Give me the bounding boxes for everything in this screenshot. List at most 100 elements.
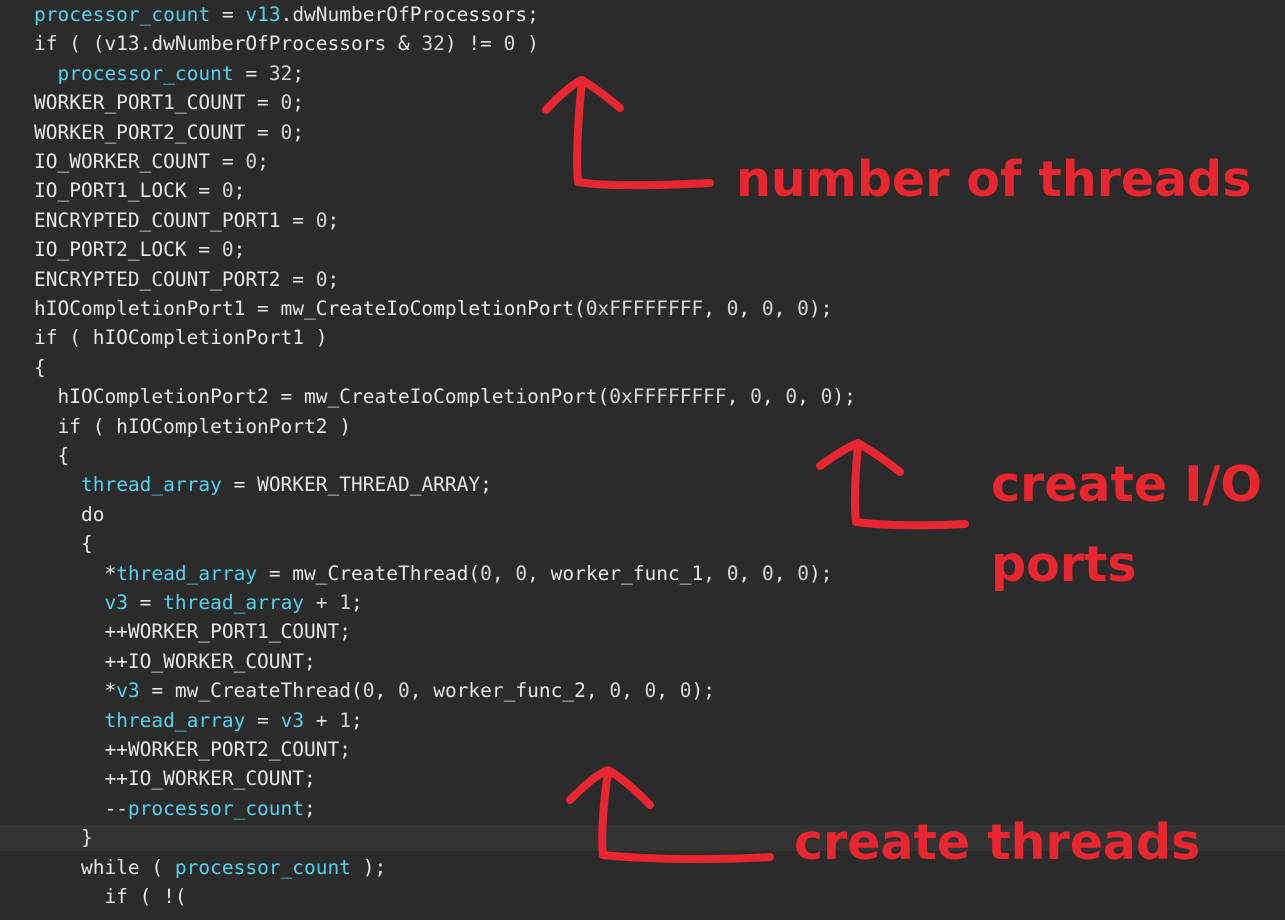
code-variable: processor_count — [174, 855, 351, 879]
annotation-ports: ports — [991, 536, 1137, 593]
code-text: , — [726, 385, 751, 409]
code-text: if ( hIOCompletionPort1 ) — [34, 326, 328, 350]
code-text: } — [34, 826, 93, 850]
code-number: 0 — [820, 385, 833, 409]
code-text: do — [34, 502, 105, 526]
code-variable: v13 — [245, 3, 281, 26]
code-text: , — [797, 385, 821, 409]
code-number: 1 — [339, 591, 352, 614]
code-line: ++WORKER_PORT1_COUNT; — [0, 619, 1285, 645]
code-line: WORKER_PORT2_COUNT = 0; — [0, 120, 1285, 146]
code-line: ++WORKER_PORT2_COUNT; — [0, 737, 1285, 763]
code-text: hIOCompletionPort2 = mw_CreateIoCompleti… — [34, 385, 610, 409]
code-line: ENCRYPTED_COUNT_PORT2 = 0; — [0, 267, 1285, 293]
code-text: = — [233, 61, 269, 85]
code-text: ; — [304, 796, 316, 820]
code-text: = — [127, 591, 164, 614]
code-text: ; — [327, 208, 340, 232]
code-variable: v3 — [116, 679, 140, 703]
code-number: 0 — [315, 208, 328, 232]
code-number: 0 — [515, 561, 528, 585]
code-variable: thread_array — [104, 708, 246, 732]
code-text: , — [703, 297, 727, 320]
code-line: hIOCompletionPort1 = mw_CreateIoCompleti… — [0, 296, 1285, 322]
code-text: ; — [233, 179, 246, 203]
code-variable: thread_array — [163, 591, 305, 614]
code-text: * — [34, 679, 117, 703]
code-text: { — [34, 532, 93, 556]
code-text: = mw_CreateThread( — [139, 679, 363, 703]
code-line: ++IO_WORKER_COUNT; — [0, 766, 1285, 792]
code-number: 0 — [397, 679, 410, 703]
code-text: IO_PORT2_LOCK = — [34, 238, 222, 262]
code-number: 0 — [761, 297, 774, 320]
code-variable: processor_count — [57, 61, 234, 85]
code-text: ENCRYPTED_COUNT_PORT2 = — [34, 267, 316, 291]
code-text: ; — [233, 238, 246, 262]
code-text: , — [761, 385, 786, 409]
code-variable: processor_count — [127, 796, 305, 820]
code-text: WORKER_PORT2_COUNT = — [34, 120, 281, 144]
code-text: ) != — [444, 32, 504, 56]
code-text: = mw_CreateThread( — [257, 561, 481, 585]
code-number: 0 — [761, 561, 774, 585]
code-text: ); — [351, 855, 387, 879]
code-variable: processor_count — [34, 3, 211, 26]
code-number: 0 — [679, 679, 692, 703]
code-line: v3 = thread_array + 1; — [0, 590, 1285, 616]
code-text: , — [491, 561, 516, 585]
code-text: = — [245, 708, 281, 732]
code-text: ++IO_WORKER_COUNT; — [34, 767, 316, 791]
code-number: 0 — [785, 385, 798, 409]
code-number: 1 — [339, 708, 352, 732]
code-text: , — [656, 679, 680, 703]
code-number: 0xFFFFFFFF — [585, 297, 704, 320]
code-variable: thread_array — [116, 561, 258, 585]
code-text: ENCRYPTED_COUNT_PORT1 = — [34, 208, 316, 232]
code-text: + — [304, 708, 340, 732]
code-line: *v3 = mw_CreateThread(0, 0, worker_func_… — [0, 678, 1285, 704]
code-line: ENCRYPTED_COUNT_PORT1 = 0; — [0, 208, 1285, 234]
code-text: , worker_func_1, — [527, 561, 727, 585]
code-line: hIOCompletionPort2 = mw_CreateIoCompleti… — [0, 384, 1285, 410]
code-line: processor_count = 32; — [0, 61, 1285, 87]
code-text: while ( — [34, 855, 175, 879]
code-text: .dwNumberOfProcessors; — [280, 3, 539, 26]
code-line: IO_PORT2_LOCK = 0; — [0, 237, 1285, 263]
code-number: 0 — [797, 297, 809, 320]
code-number: 0 — [726, 561, 739, 585]
code-text: ++WORKER_PORT2_COUNT; — [34, 738, 351, 761]
code-text: , — [621, 679, 645, 703]
code-text: if ( hIOCompletionPort2 ) — [34, 414, 351, 438]
code-text: ; — [292, 120, 305, 144]
code-variable: v3 — [104, 591, 128, 614]
code-text: ++IO_WORKER_COUNT; — [34, 649, 316, 673]
code-number: 32 — [421, 32, 445, 56]
code-variable: v3 — [280, 708, 305, 732]
code-text: IO_PORT1_LOCK = — [34, 179, 222, 203]
code-text: , worker_func_2, — [409, 679, 610, 703]
code-text: -- — [34, 796, 128, 820]
code-number: 0 — [503, 32, 516, 56]
code-number: 0 — [280, 120, 293, 144]
code-number: 0 — [362, 679, 375, 703]
code-number: 0 — [245, 150, 258, 173]
code-number: 0 — [480, 561, 492, 585]
code-number: 0 — [644, 679, 657, 703]
code-line: if ( (v13.dwNumberOfProcessors & 32) != … — [0, 31, 1285, 57]
code-line: if ( hIOCompletionPort2 ) — [0, 414, 1285, 440]
code-number: 0 — [750, 385, 762, 409]
code-variable: thread_array — [80, 473, 222, 497]
code-text: , — [773, 297, 798, 320]
code-line: { — [0, 355, 1285, 381]
code-text: ) — [515, 32, 539, 56]
code-text: ++WORKER_PORT1_COUNT; — [34, 620, 351, 644]
code-number: 0 — [726, 297, 739, 320]
code-text: WORKER_PORT1_COUNT = — [34, 91, 281, 115]
code-text: ; — [327, 267, 340, 291]
code-text: ); — [808, 561, 833, 585]
code-line: if ( !( — [0, 884, 1285, 910]
annotation-create-threads: create threads — [794, 814, 1201, 871]
